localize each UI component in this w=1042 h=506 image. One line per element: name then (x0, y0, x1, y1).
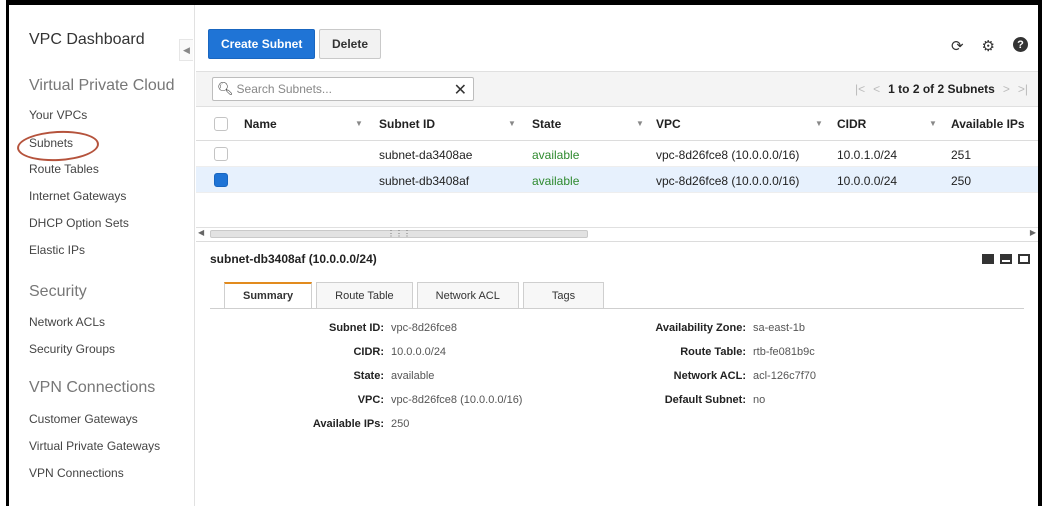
value-vpc: vpc-8d26fce8 (10.0.0.0/16) (391, 394, 523, 406)
delete-button[interactable]: Delete (319, 29, 382, 59)
sort-icon[interactable]: ▼ (636, 119, 644, 128)
subnets-table: Name ▼ Subnet ID ▼ State ▼ VPC ▼ CIDR ▼ … (196, 107, 1038, 193)
detail-pane: subnet-db3408af (10.0.0.0/24) Summary Ro… (196, 241, 1038, 506)
search-icon: 🔍︎ (217, 81, 234, 96)
section-vpn-connections: VPN Connections (29, 379, 156, 396)
clear-search-icon[interactable]: ✕ (454, 80, 467, 100)
section-security: Security (29, 283, 87, 300)
subnet-id-cell: subnet-da3408ae (379, 148, 473, 162)
tab-summary[interactable]: Summary (224, 282, 313, 308)
sidebar-item-elastic-ips[interactable]: Elastic IPs (29, 243, 85, 257)
tab-divider (210, 308, 1024, 309)
sidebar-item-vpn-connections[interactable]: VPN Connections (29, 466, 124, 480)
detail-title: subnet-db3408af (10.0.0.0/24) (210, 252, 377, 266)
pane-minimize-icon[interactable] (1018, 254, 1030, 264)
label-route-table: Route Table: (680, 346, 746, 358)
vpc-cell: vpc-8d26fce8 (10.0.0.0/16) (656, 148, 800, 162)
pane-layout-controls (982, 254, 1030, 264)
cidr-cell: 10.0.1.0/24 (837, 148, 898, 162)
prev-page-icon[interactable]: < (873, 82, 880, 96)
available-ips-cell: 251 (951, 148, 972, 162)
label-default-subnet: Default Subnet: (664, 394, 746, 406)
refresh-icon[interactable]: ⟳ (951, 37, 964, 55)
available-ips-cell: 250 (951, 174, 972, 188)
value-state: available (391, 370, 435, 382)
pagination-text: 1 to 2 of 2 Subnets (888, 82, 995, 96)
search-box: 🔍︎ ✕ (212, 77, 474, 101)
column-header-available-ips[interactable]: Available IPs (951, 117, 1025, 131)
vpc-cell: vpc-8d26fce8 (10.0.0.0/16) (656, 174, 800, 188)
label-state: State: (353, 370, 384, 382)
first-page-icon[interactable]: |< (855, 82, 865, 96)
sidebar: VPC Dashboard ◀ Virtual Private Cloud Yo… (9, 5, 195, 506)
sidebar-item-route-tables[interactable]: Route Tables (29, 162, 99, 176)
column-header-cidr[interactable]: CIDR (837, 117, 866, 131)
select-all-checkbox[interactable] (214, 117, 228, 131)
chevron-left-icon[interactable]: ◀ (179, 39, 193, 61)
label-cidr: CIDR: (353, 346, 384, 358)
pane-split-icon[interactable] (1000, 254, 1012, 264)
value-route-table: rtb-fe081b9c (753, 346, 815, 358)
tab-route-table[interactable]: Route Table (316, 282, 413, 308)
label-subnet-id: Subnet ID: (329, 322, 384, 334)
search-input[interactable] (233, 81, 444, 97)
label-vpc: VPC: (357, 394, 384, 406)
value-cidr: 10.0.0.0/24 (391, 346, 447, 358)
horizontal-scrollbar[interactable]: ◀ ⋮⋮⋮ ▶ (196, 227, 1038, 239)
detail-tabs: Summary Route Table Network ACL Tags (224, 282, 605, 308)
scrollbar-thumb[interactable]: ⋮⋮⋮ (210, 230, 588, 238)
sort-icon[interactable]: ▼ (355, 119, 363, 128)
state-cell: available (532, 148, 580, 162)
column-header-name[interactable]: Name (244, 117, 277, 131)
column-header-vpc[interactable]: VPC (656, 117, 681, 131)
value-availability-zone: sa-east-1b (753, 322, 805, 334)
section-virtual-private-cloud: Virtual Private Cloud (29, 77, 175, 94)
subnets-highlight-circle (16, 128, 100, 164)
state-cell: available (532, 174, 580, 188)
table-header: Name ▼ Subnet ID ▼ State ▼ VPC ▼ CIDR ▼ … (196, 107, 1038, 141)
column-header-subnet-id[interactable]: Subnet ID (379, 117, 435, 131)
pane-maximize-icon[interactable] (982, 254, 994, 264)
label-network-acl: Network ACL: (673, 370, 746, 382)
cidr-cell: 10.0.0.0/24 (837, 174, 898, 188)
value-default-subnet: no (753, 394, 766, 406)
sidebar-item-customer-gateways[interactable]: Customer Gateways (29, 412, 138, 426)
sort-icon[interactable]: ▼ (815, 119, 823, 128)
sidebar-item-dhcp-option-sets[interactable]: DHCP Option Sets (29, 216, 129, 230)
scroll-right-icon[interactable]: ▶ (1030, 228, 1036, 237)
subnet-id-cell: subnet-db3408af (379, 174, 470, 188)
help-icon[interactable]: ? (1013, 37, 1028, 52)
table-row[interactable]: subnet-da3408ae available vpc-8d26fce8 (… (196, 141, 1038, 167)
sidebar-title[interactable]: VPC Dashboard (29, 31, 145, 49)
column-header-state[interactable]: State (532, 117, 561, 131)
sidebar-item-security-groups[interactable]: Security Groups (29, 342, 115, 356)
label-available-ips: Available IPs: (312, 418, 384, 430)
sort-icon[interactable]: ▼ (508, 119, 516, 128)
tab-tags[interactable]: Tags (522, 282, 605, 308)
value-network-acl: acl-126c7f70 (753, 370, 816, 382)
console-frame: VPC Dashboard ◀ Virtual Private Cloud Yo… (6, 0, 1042, 506)
value-subnet-id: vpc-8d26fce8 (391, 322, 458, 334)
label-availability-zone: Availability Zone: (655, 322, 746, 334)
scroll-left-icon[interactable]: ◀ (198, 228, 204, 237)
pagination: |< < 1 to 2 of 2 Subnets > >| (855, 82, 1028, 96)
sort-icon[interactable]: ▼ (929, 119, 937, 128)
toolbar: Create Subnet Delete ⟳ ⚙ ? (196, 5, 1038, 63)
filter-bar: 🔍︎ ✕ |< < 1 to 2 of 2 Subnets > >| (196, 71, 1038, 107)
sidebar-item-virtual-private-gateways[interactable]: Virtual Private Gateways (29, 439, 160, 453)
row-checkbox[interactable] (214, 173, 228, 187)
sidebar-item-internet-gateways[interactable]: Internet Gateways (29, 189, 126, 203)
sidebar-item-network-acls[interactable]: Network ACLs (29, 315, 105, 329)
tab-network-acl[interactable]: Network ACL (416, 282, 519, 308)
table-row[interactable]: subnet-db3408af available vpc-8d26fce8 (… (196, 167, 1038, 193)
value-available-ips: 250 (391, 418, 410, 430)
last-page-icon[interactable]: >| (1018, 82, 1028, 96)
row-checkbox[interactable] (214, 147, 228, 161)
create-subnet-button[interactable]: Create Subnet (208, 29, 316, 59)
gear-icon[interactable]: ⚙ (982, 37, 995, 55)
sidebar-item-your-vpcs[interactable]: Your VPCs (29, 108, 87, 122)
next-page-icon[interactable]: > (1003, 82, 1010, 96)
